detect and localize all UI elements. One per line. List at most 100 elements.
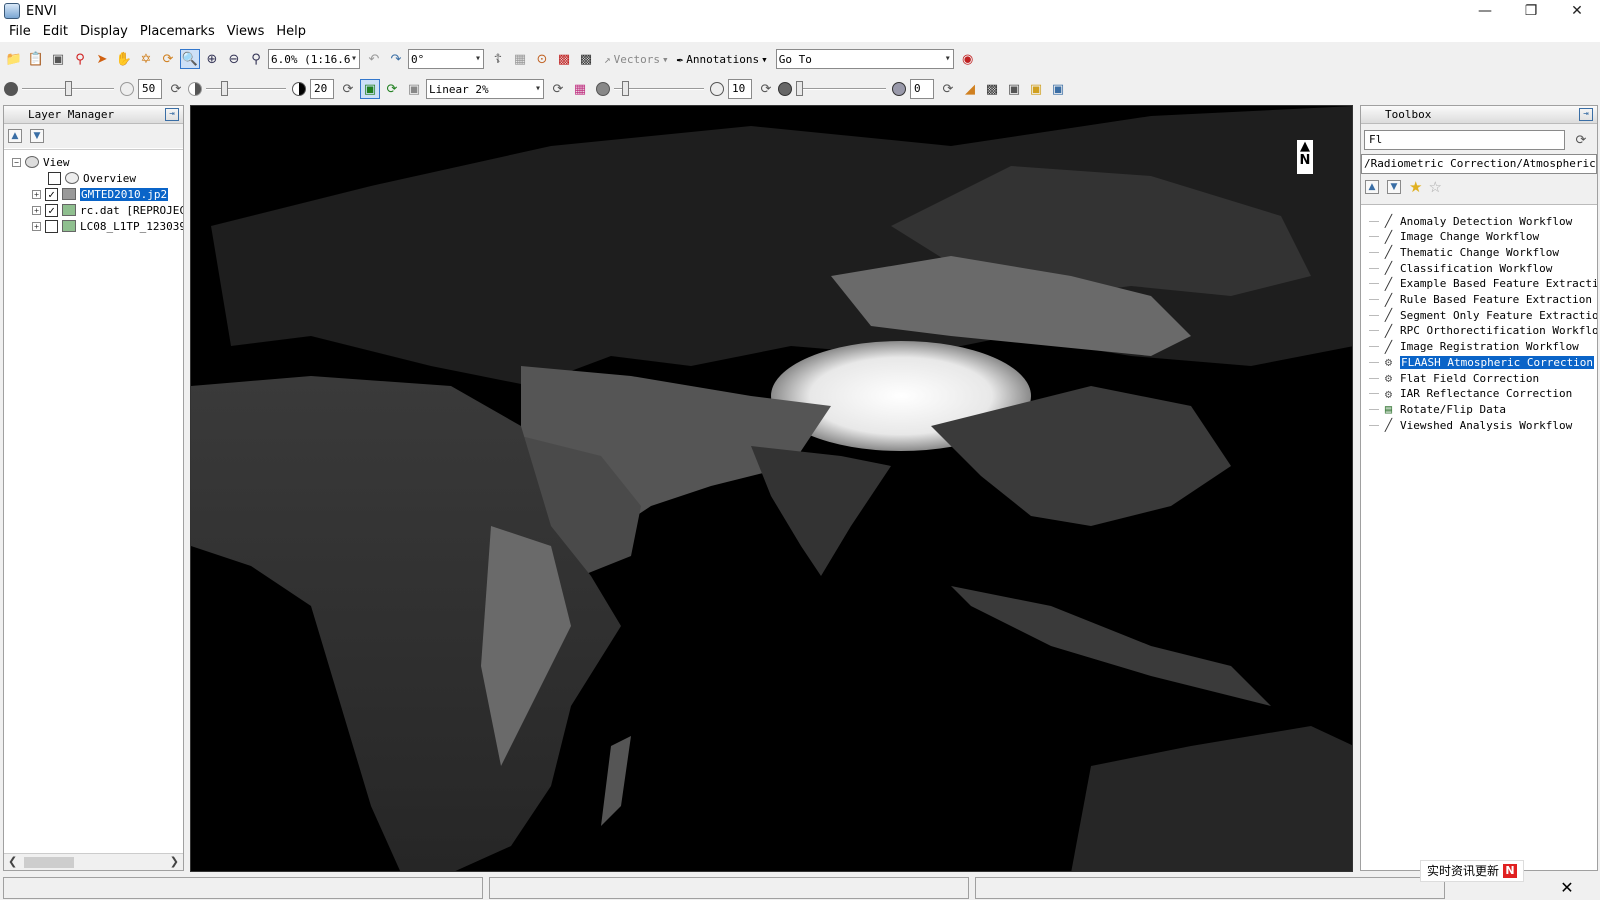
expand-all-icon[interactable]: ▼ xyxy=(30,129,44,143)
rotate-left-icon[interactable]: ↶ xyxy=(364,49,384,69)
toolbox-item[interactable]: ⚙ Flat Field Correction xyxy=(1369,370,1539,386)
contrast-thumb[interactable] xyxy=(221,81,228,96)
expand-icon[interactable]: + xyxy=(32,221,41,231)
map-view[interactable]: ▲ N xyxy=(190,105,1353,872)
layer-checkbox[interactable] xyxy=(48,171,61,185)
sharpen-thumb[interactable] xyxy=(622,81,629,96)
dock-icon[interactable]: ⇥ xyxy=(165,108,179,121)
reset-view-icon[interactable]: ◉ xyxy=(958,49,978,69)
sharpen-slider[interactable] xyxy=(614,79,704,99)
expand-icon[interactable]: + xyxy=(32,205,41,215)
menu-placemarks[interactable]: Placemarks xyxy=(135,22,220,42)
scroll-right-icon[interactable]: ❯ xyxy=(170,855,179,868)
toolbox-item[interactable]: ╱ Viewshed Analysis Workflow xyxy=(1369,417,1572,433)
layer-row-gmted[interactable]: + ✓ GMTED2010.jp2 xyxy=(32,186,169,202)
menu-edit[interactable]: Edit xyxy=(38,22,73,42)
favorite-remove-icon[interactable]: ☆ xyxy=(1428,178,1441,196)
toolbox-item[interactable]: ⚙ IAR Reflectance Correction xyxy=(1369,386,1572,402)
toolbox-item[interactable]: ╱ RPC Orthorectification Workflow xyxy=(1369,323,1597,339)
select-arrow-icon[interactable]: ➤ xyxy=(92,49,112,69)
expand-icon[interactable]: + xyxy=(32,189,41,199)
collapse-all-icon[interactable]: ▲ xyxy=(8,129,22,143)
layer-checkbox[interactable] xyxy=(45,219,58,233)
brightness-input[interactable]: 50 xyxy=(138,79,162,99)
minimize-button[interactable]: — xyxy=(1462,0,1508,22)
toolbox-item[interactable]: ▤ Rotate/Flip Data xyxy=(1369,401,1506,417)
swipe-icon[interactable]: ▣ xyxy=(1048,79,1068,99)
scrollbar-thumb[interactable] xyxy=(24,857,74,868)
data-manager-icon[interactable]: 📋 xyxy=(26,49,46,69)
toolbox-item[interactable]: ╱ Example Based Feature Extraction xyxy=(1369,276,1597,292)
menu-file[interactable]: File xyxy=(4,22,36,42)
collapse-all-icon[interactable]: ▲ xyxy=(1365,180,1379,194)
news-badge[interactable]: 实时资讯更新 N xyxy=(1420,860,1525,882)
toolbox-item[interactable]: ╱ Classification Workflow xyxy=(1369,260,1552,276)
placemark-icon[interactable]: ⚲ xyxy=(70,49,90,69)
layer-row-overview[interactable]: Overview xyxy=(48,170,136,186)
layer-row-rc[interactable]: + ✓ rc.dat [REPROJECT xyxy=(32,202,183,218)
stretch-full-icon[interactable]: ▣ xyxy=(360,79,380,99)
toolbox-item[interactable]: ⚙ FLAASH Atmospheric Correction xyxy=(1369,354,1595,370)
toolbox-item[interactable]: ╱ Anomaly Detection Workflow xyxy=(1369,213,1572,229)
close-button[interactable]: ✕ xyxy=(1554,0,1600,22)
restore-button[interactable]: ❐ xyxy=(1508,0,1554,22)
collapse-icon[interactable]: − xyxy=(12,157,21,167)
zoom-tool-icon[interactable]: 🔍 xyxy=(180,49,200,69)
dock-icon[interactable]: ⇥ xyxy=(1579,108,1593,121)
reset-contrast-icon[interactable]: ⟳ xyxy=(338,79,358,99)
favorite-add-icon[interactable]: ★ xyxy=(1409,178,1422,196)
goto-combo[interactable]: Go To ▾ xyxy=(775,49,954,69)
fly-icon[interactable]: ✡ xyxy=(136,49,156,69)
reset-sharpen-icon[interactable]: ⟳ xyxy=(756,79,776,99)
layer-checkbox[interactable]: ✓ xyxy=(45,203,58,217)
horizontal-scrollbar[interactable]: ❮ ❯ xyxy=(4,853,183,870)
menu-display[interactable]: Display xyxy=(75,22,133,42)
scroll-left-icon[interactable]: ❮ xyxy=(8,855,17,868)
reset-transparency-icon[interactable]: ⟳ xyxy=(938,79,958,99)
layer-checkbox[interactable]: ✓ xyxy=(45,187,58,201)
toolbox-item[interactable]: ╱ Image Change Workflow xyxy=(1369,229,1539,245)
blend-icon[interactable]: ▣ xyxy=(1004,79,1024,99)
transparency-slider[interactable] xyxy=(796,79,886,99)
expand-all-icon[interactable]: ▼ xyxy=(1387,180,1401,194)
contrast-input[interactable]: 20 xyxy=(310,79,334,99)
stretch-view-icon[interactable]: ⟳ xyxy=(382,79,402,99)
pan-hand-icon[interactable]: ✋ xyxy=(114,49,134,69)
menu-help[interactable]: Help xyxy=(271,22,311,42)
toolbox-item[interactable]: ╱ Thematic Change Workflow xyxy=(1369,244,1559,260)
menu-views[interactable]: Views xyxy=(222,22,270,42)
rotation-combo[interactable]: 0° ▾ xyxy=(408,49,484,69)
chart-icon[interactable]: ◢ xyxy=(960,79,980,99)
stretch-reset-icon[interactable]: ▣ xyxy=(404,79,424,99)
toolbox-item[interactable]: ╱ Rule Based Feature Extraction Wo xyxy=(1369,292,1597,308)
region-of-interest-icon[interactable]: ▩ xyxy=(554,49,574,69)
contrast-slider[interactable] xyxy=(206,79,286,99)
layer-row-lc08[interactable]: + LC08_L1TP_123039_ xyxy=(32,218,183,234)
open-folder-icon[interactable]: 📁 xyxy=(4,49,24,69)
zoom-full-icon[interactable]: ⚲ xyxy=(246,49,266,69)
annotations-menu[interactable]: ✒ Annotations ▾ xyxy=(677,53,768,66)
stretch-combo[interactable]: Linear 2% ▾ xyxy=(426,79,544,99)
cursor-value-icon[interactable]: ⊙ xyxy=(532,49,552,69)
toolbox-item[interactable]: ╱ Segment Only Feature Extraction xyxy=(1369,307,1597,323)
vectors-menu[interactable]: ↗ Vectors ▾ xyxy=(604,53,669,66)
image-view-icon[interactable]: ▩ xyxy=(982,79,1002,99)
toolbox-search-input[interactable]: Fl xyxy=(1364,130,1565,150)
portal-icon[interactable]: ▦ xyxy=(510,49,530,69)
transparency-input[interactable]: 0 xyxy=(910,79,934,99)
zoom-combo[interactable]: 6.0% (1:16.6 ▾ xyxy=(268,49,360,69)
refresh-icon[interactable]: ⟳ xyxy=(1571,130,1591,150)
toolbox-item[interactable]: ╱ Image Registration Workflow xyxy=(1369,339,1579,355)
flicker-icon[interactable]: ▣ xyxy=(1026,79,1046,99)
measure-icon[interactable]: ▩ xyxy=(576,49,596,69)
brightness-slider[interactable] xyxy=(22,79,114,99)
close-icon[interactable]: ✕ xyxy=(1556,878,1578,898)
color-table-icon[interactable]: ▦ xyxy=(570,79,590,99)
brightness-thumb[interactable] xyxy=(65,81,72,96)
tree-node-view[interactable]: − View xyxy=(12,154,70,170)
transparency-thumb[interactable] xyxy=(796,81,803,96)
zoom-out-icon[interactable]: ⊖ xyxy=(224,49,244,69)
reset-brightness-icon[interactable]: ⟳ xyxy=(166,79,186,99)
rotate-right-icon[interactable]: ↷ xyxy=(386,49,406,69)
sharpen-input[interactable]: 10 xyxy=(728,79,752,99)
